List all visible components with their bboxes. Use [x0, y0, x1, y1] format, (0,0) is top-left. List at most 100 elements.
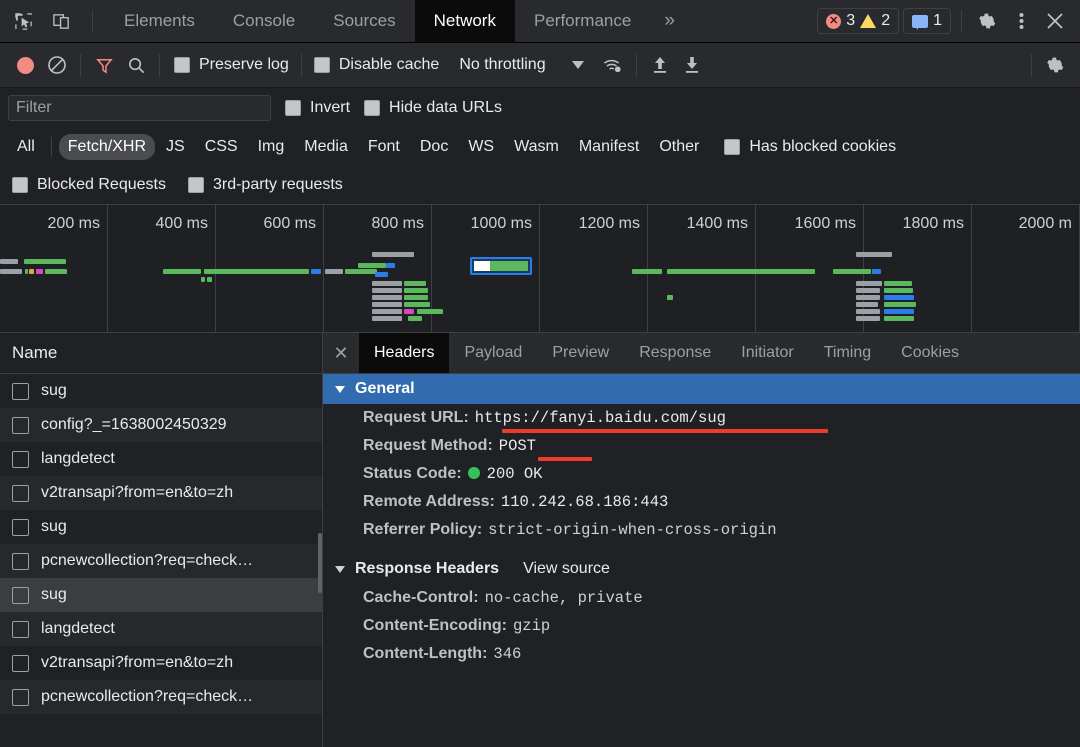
has-blocked-cookies-box[interactable] — [724, 139, 741, 155]
field-remote-address-value: 110.242.68.186:443 — [500, 493, 669, 511]
record-button[interactable] — [10, 50, 40, 80]
tab-headers[interactable]: Headers — [359, 333, 450, 373]
tab-network-label: Network — [433, 11, 496, 30]
kebab-menu-icon[interactable] — [1006, 6, 1036, 36]
throttling-select[interactable]: No throttling — [455, 56, 587, 74]
tab-response[interactable]: Response — [624, 333, 726, 373]
request-row-checkbox[interactable] — [12, 620, 29, 638]
request-row-checkbox[interactable] — [12, 586, 29, 604]
tab-performance[interactable]: Performance — [515, 0, 650, 42]
disable-cache-box[interactable] — [313, 57, 330, 73]
request-row-checkbox[interactable] — [12, 484, 29, 502]
timeline-request-bar — [36, 269, 43, 274]
tab-cookies[interactable]: Cookies — [886, 333, 974, 373]
table-row[interactable]: langdetect — [0, 612, 322, 646]
table-row[interactable]: pcnewcollection?req=check… — [0, 544, 322, 578]
view-source-link[interactable]: View source — [523, 560, 610, 578]
import-har-icon[interactable] — [645, 50, 675, 80]
request-row-checkbox[interactable] — [12, 552, 29, 570]
type-filter-font[interactable]: Font — [359, 134, 409, 160]
type-filter-ws[interactable]: WS — [459, 134, 503, 160]
tab-preview[interactable]: Preview — [537, 333, 624, 373]
type-filter-manifest[interactable]: Manifest — [570, 134, 648, 160]
table-row[interactable]: sug — [0, 510, 322, 544]
close-icon[interactable] — [1040, 6, 1070, 36]
blocked-requests-checkbox[interactable]: Blocked Requests — [12, 176, 166, 194]
table-row[interactable]: sug — [0, 578, 322, 612]
issues-counter[interactable]: ✕ 3 2 — [817, 8, 900, 34]
table-row[interactable]: config?_=1638002450329 — [0, 408, 322, 442]
tab-console[interactable]: Console — [214, 0, 314, 42]
request-row-checkbox[interactable] — [12, 654, 29, 672]
has-blocked-cookies-checkbox[interactable]: Has blocked cookies — [724, 138, 896, 156]
type-filter-js[interactable]: JS — [157, 134, 194, 160]
tab-timing[interactable]: Timing — [809, 333, 886, 373]
request-list-header[interactable]: Name — [0, 333, 322, 374]
messages-counter[interactable]: 1 — [903, 8, 951, 34]
clear-icon[interactable] — [42, 50, 72, 80]
filter-funnel-icon[interactable] — [89, 50, 119, 80]
timeline-selected-request[interactable] — [470, 257, 532, 275]
response-headers-section-header[interactable]: Response Headers View source — [323, 554, 1080, 584]
device-toolbar-icon[interactable] — [48, 8, 74, 34]
request-row-checkbox[interactable] — [12, 450, 29, 468]
request-list-scrollbar[interactable] — [318, 533, 322, 593]
preserve-log-box[interactable] — [174, 57, 190, 73]
field-content-encoding-key: Content-Encoding: — [363, 617, 507, 634]
error-count: 3 — [846, 12, 856, 29]
type-filter-media[interactable]: Media — [295, 134, 357, 160]
request-row-checkbox[interactable] — [12, 382, 29, 400]
invert-box[interactable] — [285, 100, 301, 116]
blocked-requests-box[interactable] — [12, 177, 28, 193]
timeline-request-bar — [856, 316, 880, 321]
table-row[interactable]: v2transapi?from=en&to=zh — [0, 476, 322, 510]
close-panel-icon[interactable]: ✕ — [323, 333, 359, 373]
field-request-method-value: POST — [498, 437, 536, 455]
tab-elements[interactable]: Elements — [105, 0, 214, 42]
timeline-request-bar — [408, 316, 422, 321]
type-filter-all[interactable]: All — [8, 134, 44, 160]
export-har-icon[interactable] — [677, 50, 707, 80]
third-party-requests-checkbox[interactable]: 3rd-party requests — [187, 176, 343, 194]
type-filter-doc[interactable]: Doc — [411, 134, 457, 160]
disable-cache-checkbox[interactable]: Disable cache — [313, 56, 439, 74]
type-filter-wasm[interactable]: Wasm — [505, 134, 568, 160]
preserve-log-checkbox[interactable]: Preserve log — [174, 56, 289, 74]
hide-data-urls-checkbox[interactable]: Hide data URLs — [364, 99, 502, 117]
inspect-cursor-icon[interactable] — [10, 8, 36, 34]
invert-checkbox[interactable]: Invert — [285, 99, 350, 117]
tab-network[interactable]: Network — [414, 0, 515, 42]
request-row-name: sug — [41, 586, 67, 603]
tab-payload[interactable]: Payload — [449, 333, 537, 373]
tab-initiator[interactable]: Initiator — [726, 333, 808, 373]
table-row[interactable]: sug — [0, 374, 322, 408]
request-row-checkbox[interactable] — [12, 416, 29, 434]
type-filter-fetch-xhr[interactable]: Fetch/XHR — [58, 134, 156, 160]
network-overview-timeline[interactable]: 200 ms 400 ms 600 ms 800 ms 1000 ms 1200 ms 14… — [0, 205, 1080, 333]
timeline-tick-label: 1800 ms — [902, 215, 964, 232]
search-icon[interactable] — [121, 50, 151, 80]
type-filter-wasm-label: Wasm — [514, 138, 559, 155]
type-filter-img[interactable]: Img — [249, 134, 294, 160]
more-tabs-icon[interactable]: » — [650, 0, 689, 42]
third-party-requests-box[interactable] — [187, 177, 204, 193]
request-row-checkbox[interactable] — [12, 688, 29, 706]
table-row[interactable]: pcnewcollection?req=check… — [0, 680, 322, 714]
filter-input[interactable] — [8, 95, 271, 121]
network-settings-gear-icon[interactable] — [1040, 50, 1070, 80]
network-conditions-icon[interactable] — [598, 50, 628, 80]
tab-performance-label: Performance — [533, 11, 632, 30]
timeline-tick-label: 800 ms — [371, 215, 424, 232]
gear-icon[interactable] — [972, 6, 1002, 36]
hide-data-urls-box[interactable] — [364, 100, 381, 116]
devtools-main-tabbar: Elements Console Sources Network Perform… — [0, 0, 1080, 43]
table-row[interactable]: v2transapi?from=en&to=zh — [0, 646, 322, 680]
type-filter-divider — [50, 137, 52, 157]
type-filter-css[interactable]: CSS — [196, 134, 247, 160]
table-row[interactable]: langdetect — [0, 442, 322, 476]
general-section-header[interactable]: General — [323, 374, 1080, 404]
blocked-filter-row: Blocked Requests 3rd-party requests — [0, 166, 1080, 205]
request-row-checkbox[interactable] — [12, 518, 29, 536]
tab-sources[interactable]: Sources — [314, 0, 414, 42]
type-filter-other[interactable]: Other — [650, 134, 708, 160]
